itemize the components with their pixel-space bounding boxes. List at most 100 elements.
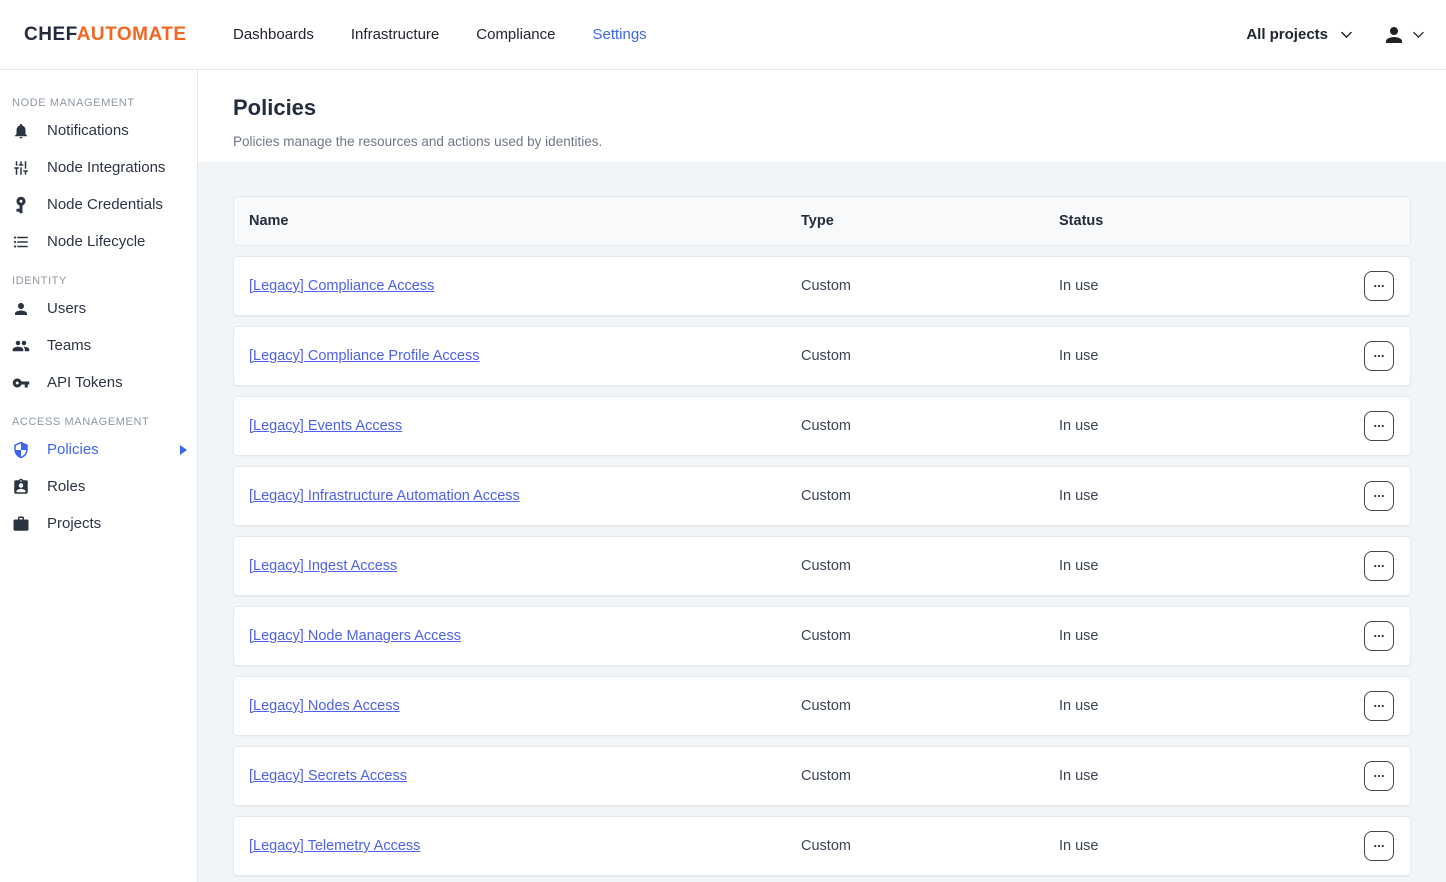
page-header: Policies Policies manage the resources a…	[198, 70, 1446, 162]
nav-item-settings[interactable]: Settings	[592, 26, 646, 43]
policy-status-cell: In use	[1059, 488, 1348, 504]
sidebar-item-teams[interactable]: Teams	[0, 327, 197, 364]
topbar-right: All projects	[1246, 23, 1446, 47]
policy-name-link[interactable]: [Legacy] Infrastructure Automation Acces…	[249, 488, 520, 504]
logo-automate: AUTOMATE	[77, 24, 187, 45]
table-row: [Legacy] Events Access Custom In use	[233, 396, 1411, 456]
sidebar-section-identity: IDENTITY Users Teams API Tokens	[0, 275, 197, 401]
sidebar-item-node-lifecycle[interactable]: Node Lifecycle	[0, 223, 197, 260]
policy-type-cell: Custom	[801, 278, 1059, 294]
ellipsis-icon	[1372, 839, 1386, 853]
projects-filter-dropdown[interactable]: All projects	[1246, 26, 1352, 43]
chevron-down-icon	[1341, 31, 1352, 39]
projects-filter-label: All projects	[1246, 26, 1328, 43]
user-avatar-icon	[1382, 23, 1406, 47]
policy-status-cell: In use	[1059, 628, 1348, 644]
ellipsis-icon	[1372, 769, 1386, 783]
sidebar-item-api-tokens[interactable]: API Tokens	[0, 364, 197, 401]
policy-type-cell: Custom	[801, 488, 1059, 504]
sidebar-item-roles[interactable]: Roles	[0, 468, 197, 505]
policy-status-cell: In use	[1059, 838, 1348, 854]
list-icon	[12, 233, 30, 251]
table-row: [Legacy] Secrets Access Custom In use	[233, 746, 1411, 806]
user-menu[interactable]	[1382, 23, 1424, 47]
table-row: [Legacy] Ingest Access Custom In use	[233, 536, 1411, 596]
column-header-name: Name	[234, 213, 801, 229]
ellipsis-icon	[1372, 419, 1386, 433]
active-item-arrow-icon	[180, 445, 187, 455]
policy-name-link[interactable]: [Legacy] Compliance Profile Access	[249, 348, 480, 364]
ellipsis-icon	[1372, 629, 1386, 643]
row-options-button[interactable]	[1364, 341, 1394, 371]
sidebar-item-projects[interactable]: Projects	[0, 505, 197, 542]
policy-status-cell: In use	[1059, 698, 1348, 714]
policy-name-link[interactable]: [Legacy] Compliance Access	[249, 278, 434, 294]
table-row: [Legacy] Telemetry Access Custom In use	[233, 816, 1411, 876]
policy-type-cell: Custom	[801, 418, 1059, 434]
key-vertical-icon	[12, 196, 30, 214]
row-options-button[interactable]	[1364, 411, 1394, 441]
table-row: [Legacy] Compliance Profile Access Custo…	[233, 326, 1411, 386]
policy-name-link[interactable]: [Legacy] Events Access	[249, 418, 402, 434]
ellipsis-icon	[1372, 489, 1386, 503]
table-row: [Legacy] Infrastructure Automation Acces…	[233, 466, 1411, 526]
chevron-down-icon	[1413, 31, 1424, 39]
briefcase-icon	[12, 515, 30, 533]
policy-status-cell: In use	[1059, 348, 1348, 364]
ellipsis-icon	[1372, 279, 1386, 293]
sliders-icon	[12, 159, 30, 177]
sidebar-item-notifications[interactable]: Notifications	[0, 112, 197, 149]
policy-type-cell: Custom	[801, 348, 1059, 364]
row-options-button[interactable]	[1364, 761, 1394, 791]
ellipsis-icon	[1372, 559, 1386, 573]
policy-status-cell: In use	[1059, 768, 1348, 784]
sidebar-section-label: NODE MANAGEMENT	[12, 97, 197, 109]
row-options-button[interactable]	[1364, 551, 1394, 581]
chef-automate-logo[interactable]: CHEFAUTOMATE	[0, 24, 233, 46]
badge-icon	[12, 478, 30, 496]
shield-icon	[12, 441, 30, 459]
sidebar-item-users[interactable]: Users	[0, 290, 197, 327]
policy-name-link[interactable]: [Legacy] Node Managers Access	[249, 628, 461, 644]
nav-item-compliance[interactable]: Compliance	[476, 26, 555, 43]
page-title: Policies	[233, 95, 1411, 121]
sidebar-item-node-integrations[interactable]: Node Integrations	[0, 149, 197, 186]
nav-item-infrastructure[interactable]: Infrastructure	[351, 26, 439, 43]
column-header-status: Status	[1059, 213, 1348, 229]
sidebar-section-label: ACCESS MANAGEMENT	[12, 416, 197, 428]
sidebar-item-policies[interactable]: Policies	[0, 431, 197, 468]
ellipsis-icon	[1372, 699, 1386, 713]
table-row: [Legacy] Node Managers Access Custom In …	[233, 606, 1411, 666]
page-description: Policies manage the resources and action…	[233, 134, 1411, 149]
row-options-button[interactable]	[1364, 831, 1394, 861]
page-body: Name Type Status [Legacy] Compliance Acc…	[198, 162, 1446, 882]
table-row: [Legacy] Compliance Access Custom In use	[233, 256, 1411, 316]
row-options-button[interactable]	[1364, 271, 1394, 301]
policy-name-link[interactable]: [Legacy] Nodes Access	[249, 698, 400, 714]
primary-nav: Dashboards Infrastructure Compliance Settin…	[233, 26, 647, 43]
nav-item-dashboards[interactable]: Dashboards	[233, 26, 314, 43]
key-icon	[12, 374, 30, 392]
column-header-type: Type	[801, 213, 1059, 229]
sidebar-item-node-credentials[interactable]: Node Credentials	[0, 186, 197, 223]
row-options-button[interactable]	[1364, 481, 1394, 511]
policy-type-cell: Custom	[801, 838, 1059, 854]
bell-icon	[12, 122, 30, 140]
policy-name-link[interactable]: [Legacy] Ingest Access	[249, 558, 397, 574]
ellipsis-icon	[1372, 349, 1386, 363]
policy-status-cell: In use	[1059, 278, 1348, 294]
top-navigation-bar: CHEFAUTOMATE Dashboards Infrastructure Com…	[0, 0, 1446, 70]
row-options-button[interactable]	[1364, 691, 1394, 721]
logo-chef: CHEF	[24, 24, 77, 45]
table-row: [Legacy] Nodes Access Custom In use	[233, 676, 1411, 736]
policy-status-cell: In use	[1059, 418, 1348, 434]
policy-type-cell: Custom	[801, 628, 1059, 644]
sidebar-section-node-management: NODE MANAGEMENT Notifications Node Integ…	[0, 97, 197, 260]
person-icon	[12, 300, 30, 318]
row-options-button[interactable]	[1364, 621, 1394, 651]
policy-name-link[interactable]: [Legacy] Secrets Access	[249, 768, 407, 784]
policy-type-cell: Custom	[801, 558, 1059, 574]
policy-type-cell: Custom	[801, 768, 1059, 784]
policy-name-link[interactable]: [Legacy] Telemetry Access	[249, 838, 420, 854]
sidebar-section-label: IDENTITY	[12, 275, 197, 287]
